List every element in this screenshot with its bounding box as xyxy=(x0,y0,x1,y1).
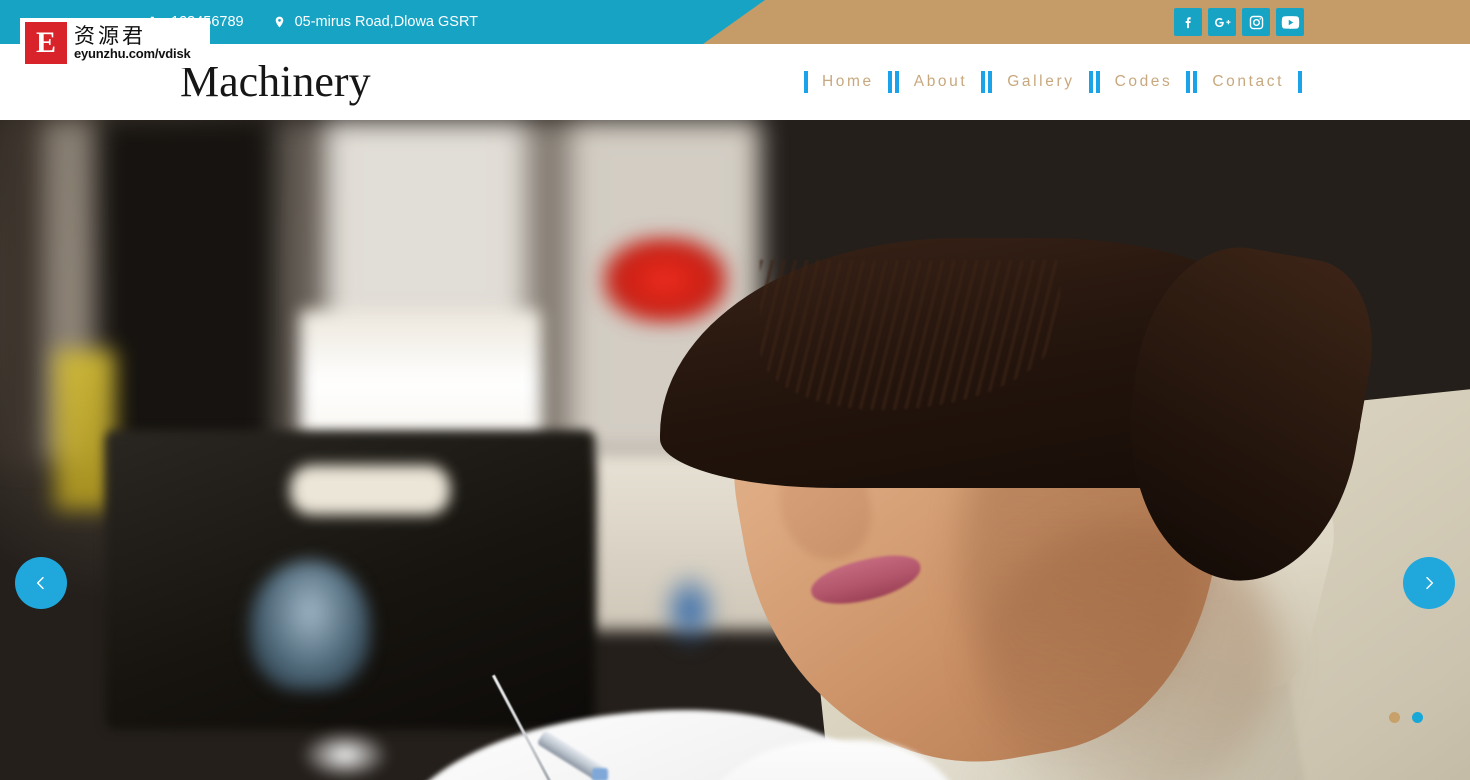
main-navigation: Home About Gallery Codes Contact xyxy=(804,44,1302,120)
watermark-url: eyunzhu.com/vdisk xyxy=(74,45,191,61)
watermark-badge-icon: E xyxy=(25,22,67,64)
facebook-icon xyxy=(1180,14,1197,31)
google-plus-link[interactable] xyxy=(1208,8,1236,36)
social-links xyxy=(1174,8,1304,36)
facebook-link[interactable] xyxy=(1174,8,1202,36)
slider-dot-1[interactable] xyxy=(1389,712,1400,723)
hero-bg-highlight xyxy=(300,730,390,780)
top-bar-content: 123456789 05-mirus Road,Dlowa GSRT xyxy=(0,0,1470,44)
chevron-right-icon xyxy=(1421,575,1437,591)
hero-bg-machine-slot xyxy=(290,465,450,515)
hero-bg-red-object xyxy=(600,235,730,325)
hero-bg-blue-object xyxy=(660,570,720,650)
hero-slide-image: PHILIPS xyxy=(0,120,1470,780)
slider-dot-2[interactable] xyxy=(1412,712,1423,723)
nav-item-contact[interactable]: Contact xyxy=(1198,74,1298,90)
youtube-icon xyxy=(1281,15,1300,30)
nav-separator xyxy=(1088,71,1101,93)
map-pin-icon xyxy=(272,14,288,30)
google-plus-icon xyxy=(1213,14,1232,31)
nav-item-gallery[interactable]: Gallery xyxy=(993,74,1088,90)
nav-separator xyxy=(887,71,900,93)
watermark-chinese-name: 资源君 xyxy=(74,23,146,48)
hero-bg-lens xyxy=(250,560,370,690)
youtube-link[interactable] xyxy=(1276,8,1304,36)
hero-slider: PHILIPS xyxy=(0,120,1470,780)
address-contact: 05-mirus Road,Dlowa GSRT xyxy=(272,14,478,30)
watermark-text: 资源君 eyunzhu.com/vdisk xyxy=(74,25,191,61)
instagram-icon xyxy=(1248,14,1265,31)
chevron-left-icon xyxy=(33,575,49,591)
slider-prev-button[interactable] xyxy=(15,557,67,609)
nav-item-about[interactable]: About xyxy=(900,74,982,90)
slider-next-button[interactable] xyxy=(1403,557,1455,609)
nav-separator xyxy=(981,71,993,93)
nav-separator xyxy=(1186,71,1198,93)
nav-separator xyxy=(1298,71,1302,93)
nav-item-codes[interactable]: Codes xyxy=(1101,74,1187,90)
site-header: Machinery Home About Gallery Codes Conta… xyxy=(0,44,1470,120)
instagram-link[interactable] xyxy=(1242,8,1270,36)
address-text: 05-mirus Road,Dlowa GSRT xyxy=(294,13,479,30)
slider-pagination xyxy=(1389,712,1423,723)
nav-item-home[interactable]: Home xyxy=(808,74,888,90)
page-root: 123456789 05-mirus Road,Dlowa GSRT xyxy=(0,0,1470,780)
watermark-overlay: E 资源君 eyunzhu.com/vdisk xyxy=(20,18,210,68)
watermark-badge-letter: E xyxy=(35,26,56,59)
hero-needle-tip xyxy=(592,768,608,780)
top-bar: 123456789 05-mirus Road,Dlowa GSRT xyxy=(0,0,1470,44)
